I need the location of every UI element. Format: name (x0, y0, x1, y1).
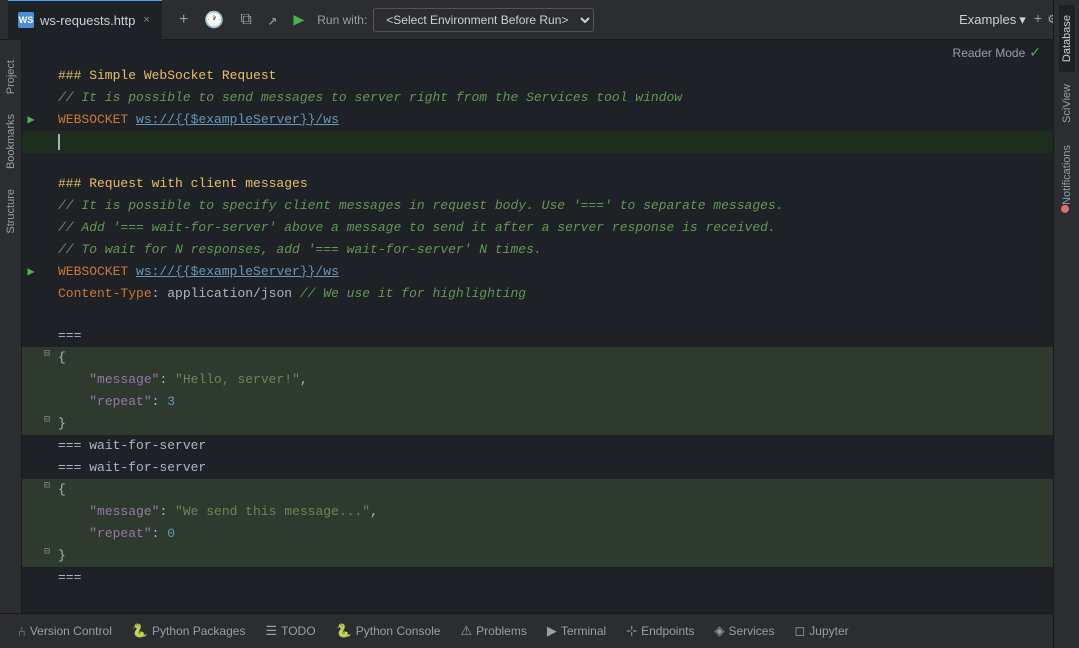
toolbar-icons: + 🕐 ⧉ ↗ ▶ (174, 6, 309, 34)
code-line-json-close: ⊟ } (22, 545, 1053, 567)
code-line-json-close: ⊟ } (22, 413, 1053, 435)
tab-filename: ws-requests.http (40, 13, 135, 28)
code-line: // It is possible to send messages to se… (22, 87, 1053, 109)
code-line (22, 305, 1053, 325)
add-btn[interactable]: + (174, 8, 194, 32)
problems-icon: ⚠ (460, 623, 472, 639)
python-packages-btn[interactable]: 🐍 Python Packages (122, 614, 256, 648)
terminal-btn[interactable]: ▶ Terminal (537, 614, 616, 648)
code-line-json: "repeat": 0 (22, 523, 1053, 545)
code-line: ### Simple WebSocket Request (22, 65, 1053, 87)
run-with-label: Run with: (317, 13, 367, 27)
endpoints-btn[interactable]: ⊹ Endpoints (616, 614, 704, 648)
jupyter-btn[interactable]: ◻ Jupyter (784, 614, 858, 648)
services-label: Services (728, 624, 774, 638)
history-btn[interactable]: 🕐 (199, 7, 229, 33)
terminal-icon: ▶ (547, 623, 557, 639)
code-line: ▶ WEBSOCKET ws://{{$exampleServer}}/ws (22, 109, 1053, 131)
status-bar: ⑃ Version Control 🐍 Python Packages ☰ TO… (0, 613, 1079, 648)
reader-mode-btn[interactable]: Reader Mode ✓ (953, 44, 1041, 61)
reader-check: ✓ (1029, 44, 1041, 61)
run-btn-toolbar[interactable]: ▶ (288, 6, 309, 34)
tab-ws-icon: WS (18, 12, 34, 28)
jupyter-icon: ◻ (794, 623, 805, 639)
bookmarks-panel-btn[interactable]: Bookmarks (3, 104, 19, 179)
code-line: === wait-for-server (22, 457, 1053, 479)
share-btn[interactable]: ↗ (263, 7, 283, 33)
code-line (22, 153, 1053, 173)
notifications-panel-btn[interactable]: Notifications (1059, 135, 1075, 215)
reader-mode-label: Reader Mode (953, 46, 1026, 60)
code-line-json-open: ⊟ { (22, 347, 1053, 369)
todo-btn[interactable]: ☰ TODO (255, 614, 325, 648)
python-packages-icon: 🐍 (132, 623, 148, 639)
left-sidebar: Project Bookmarks Structure (0, 40, 22, 613)
structure-panel-btn[interactable]: Structure (3, 179, 19, 244)
notification-dot (1061, 205, 1069, 213)
code-line: // It is possible to specify client mess… (22, 195, 1053, 217)
problems-btn[interactable]: ⚠ Problems (450, 614, 536, 648)
version-control-icon: ⑃ (18, 624, 26, 639)
code-line-cursor (22, 131, 1053, 153)
reader-bar: Reader Mode ✓ (22, 40, 1053, 65)
file-tab[interactable]: WS ws-requests.http × (8, 0, 162, 40)
version-control-btn[interactable]: ⑃ Version Control (8, 614, 122, 648)
right-sidebar: Database SciView Notifications (1053, 0, 1079, 648)
code-line: === (22, 325, 1053, 347)
code-line: ▶ WEBSOCKET ws://{{$exampleServer}}/ws (22, 261, 1053, 283)
code-line: === (22, 567, 1053, 589)
database-panel-btn[interactable]: Database (1059, 5, 1075, 72)
copy-btn[interactable]: ⧉ (235, 8, 256, 32)
code-line: ### Request with client messages (22, 173, 1053, 195)
services-icon: ◈ (714, 623, 724, 639)
code-line-json-open: ⊟ { (22, 479, 1053, 501)
code-line: // To wait for N responses, add '=== wai… (22, 239, 1053, 261)
code-line-json: "message": "We send this message...", (22, 501, 1053, 523)
plus-icon[interactable]: + (1034, 12, 1042, 28)
run-gutter (22, 66, 40, 68)
services-btn[interactable]: ◈ Services (704, 614, 784, 648)
code-line-json: "repeat": 3 (22, 391, 1053, 413)
tab-close-btn[interactable]: × (141, 12, 151, 28)
code-editor[interactable]: ### Simple WebSocket Request // It is po… (22, 65, 1053, 608)
project-panel-btn[interactable]: Project (3, 50, 19, 104)
examples-btn[interactable]: Examples ▾ (959, 12, 1026, 28)
code-line: === wait-for-server (22, 435, 1053, 457)
code-line: Content-Type: application/json // We use… (22, 283, 1053, 305)
env-select[interactable]: <Select Environment Before Run> (373, 8, 594, 32)
todo-icon: ☰ (265, 623, 277, 639)
python-console-icon: 🐍 (336, 623, 352, 639)
editor-area: Reader Mode ✓ ### Simple WebSocket Reque… (22, 40, 1053, 613)
sciview-panel-btn[interactable]: SciView (1059, 74, 1075, 133)
main-area: Reader Mode ✓ ### Simple WebSocket Reque… (0, 40, 1079, 613)
code-line-json: "message": "Hello, server!", (22, 369, 1053, 391)
code-line: // Add '=== wait-for-server' above a mes… (22, 217, 1053, 239)
endpoints-icon: ⊹ (626, 623, 637, 639)
python-console-btn[interactable]: 🐍 Python Console (326, 614, 451, 648)
top-bar: WS ws-requests.http × + 🕐 ⧉ ↗ ▶ Run with… (0, 0, 1079, 40)
